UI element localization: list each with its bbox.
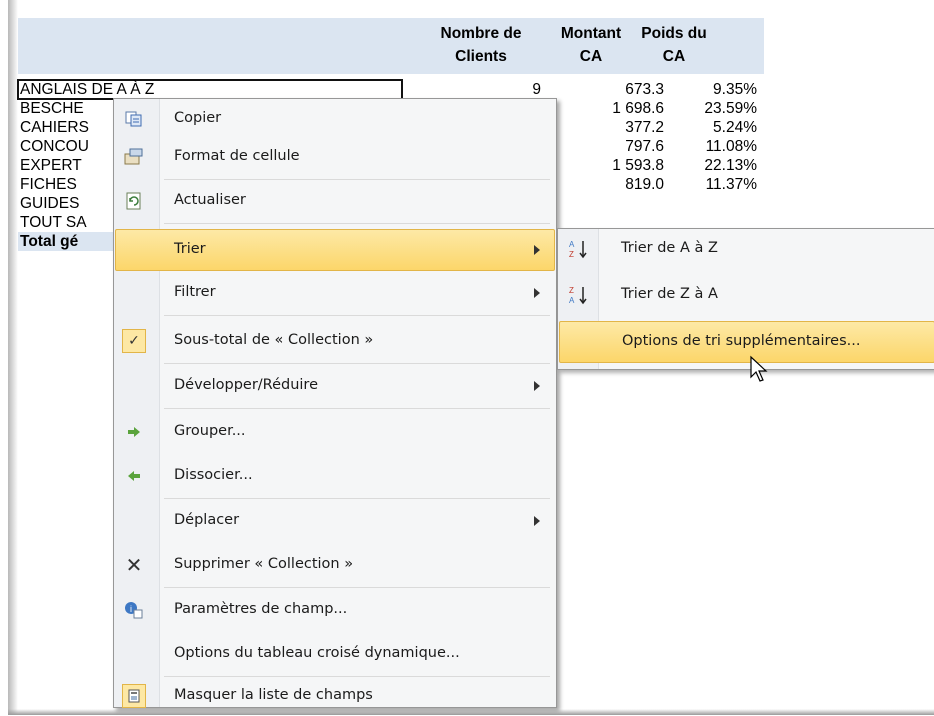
cell-poids: 11.37% xyxy=(705,176,757,193)
field-settings-icon: i xyxy=(122,598,146,622)
menu-item-field-settings[interactable]: i Paramètres de champ... xyxy=(116,590,554,630)
menu-separator xyxy=(164,408,550,409)
menu-item-remove[interactable]: ✕ Supprimer « Collection » xyxy=(116,545,554,585)
menu-item-label: Supprimer « Collection » xyxy=(174,556,354,572)
close-icon: ✕ xyxy=(125,553,143,577)
cell-montant: 797.6 xyxy=(625,138,664,155)
menu-item-label: Trier xyxy=(174,241,206,257)
field-list-icon xyxy=(122,684,146,708)
menu-separator xyxy=(164,587,550,588)
menu-item-filter[interactable]: Filtrer xyxy=(116,273,554,313)
menu-item-label: Actualiser xyxy=(174,192,246,208)
svg-text:i: i xyxy=(130,604,132,614)
menu-item-ungroup[interactable]: Dissocier... xyxy=(116,456,554,496)
cell-poids: 22.13% xyxy=(704,157,757,174)
submenu-item-label: Trier de Z à A xyxy=(621,286,718,302)
submenu-item-label: Options de tri supplémentaires... xyxy=(622,333,861,349)
context-menu: Copier Format de cellule Actualiser Trie… xyxy=(113,98,557,708)
menu-item-label: Copier xyxy=(174,110,222,126)
mouse-cursor-icon xyxy=(749,355,771,390)
row-label: BESCHE xyxy=(20,100,84,117)
sort-ascending-icon: AZ xyxy=(567,237,591,261)
row-label: TOUT SA xyxy=(20,214,87,231)
sort-descending-icon: ZA xyxy=(567,283,591,307)
svg-text:Z: Z xyxy=(569,250,574,259)
menu-item-label: Déplacer xyxy=(174,512,240,528)
chevron-right-icon xyxy=(534,381,540,391)
svg-text:Z: Z xyxy=(569,286,574,295)
pivot-header: Nombre de Clients Montant CA Poids du CA xyxy=(18,18,764,74)
menu-separator xyxy=(164,363,550,364)
group-arrow-icon xyxy=(122,420,146,444)
cell-montant: 377.2 xyxy=(625,119,664,136)
menu-item-copy[interactable]: Copier xyxy=(116,99,554,139)
format-cell-icon xyxy=(122,145,146,169)
menu-item-group[interactable]: Grouper... xyxy=(116,412,554,452)
row-label: CONCOU xyxy=(20,138,89,155)
menu-item-format-cell[interactable]: Format de cellule xyxy=(116,137,554,177)
pivot-row-selected[interactable]: ANGLAIS DE A À Z xyxy=(17,79,403,100)
header-montant[interactable]: Montant CA xyxy=(551,22,631,68)
menu-item-subtotal[interactable]: ✓ Sous-total de « Collection » xyxy=(116,321,554,361)
refresh-icon xyxy=(122,189,146,213)
row-label: ANGLAIS DE A À Z xyxy=(20,81,155,98)
row-label: EXPERT xyxy=(20,157,82,174)
cell-poids: 23.59% xyxy=(704,100,757,117)
submenu-item-sort-za[interactable]: ZA Trier de Z à A xyxy=(559,275,934,315)
menu-separator xyxy=(164,179,550,180)
row-label: CAHIERS xyxy=(20,119,89,136)
svg-text:A: A xyxy=(569,296,575,305)
submenu-item-label: Trier de A à Z xyxy=(621,240,718,256)
menu-item-hide-field-list[interactable]: Masquer la liste de champs xyxy=(116,676,554,716)
cell-poids: 5.24% xyxy=(713,119,757,136)
sort-submenu: AZ Trier de A à Z ZA Trier de Z à A Opti… xyxy=(557,228,934,370)
menu-item-label: Options du tableau croisé dynamique... xyxy=(174,645,460,661)
menu-item-label: Grouper... xyxy=(174,423,246,439)
cell-poids: 11.08% xyxy=(705,138,757,155)
submenu-item-sort-az[interactable]: AZ Trier de A à Z xyxy=(559,229,934,269)
cell-montant: 1 593.8 xyxy=(612,157,664,174)
menu-item-label: Développer/Réduire xyxy=(174,377,318,393)
menu-separator xyxy=(164,498,550,499)
header-poids[interactable]: Poids du CA xyxy=(634,22,714,68)
menu-item-label: Sous-total de « Collection » xyxy=(174,332,374,348)
chevron-right-icon xyxy=(534,516,540,526)
menu-separator xyxy=(164,315,550,316)
header-clients[interactable]: Nombre de Clients xyxy=(416,22,546,68)
menu-item-sort[interactable]: Trier xyxy=(115,229,555,271)
row-label: FICHES xyxy=(20,176,77,193)
copy-icon xyxy=(122,107,146,131)
cell-montant: 819.0 xyxy=(625,176,664,193)
menu-separator xyxy=(164,223,550,224)
check-box: ✓ xyxy=(122,329,146,353)
row-label: GUIDES xyxy=(20,195,80,212)
row-label: Total gé xyxy=(20,233,79,250)
menu-item-label: Filtrer xyxy=(174,284,216,300)
chevron-right-icon xyxy=(534,288,540,298)
menu-item-expand-collapse[interactable]: Développer/Réduire xyxy=(116,366,554,406)
submenu-item-more-sort-options[interactable]: Options de tri supplémentaires... xyxy=(559,321,934,363)
menu-item-label: Dissocier... xyxy=(174,467,253,483)
menu-item-pivot-options[interactable]: Options du tableau croisé dynamique... xyxy=(116,634,554,674)
menu-item-move[interactable]: Déplacer xyxy=(116,501,554,541)
menu-item-refresh[interactable]: Actualiser xyxy=(116,181,554,221)
svg-text:A: A xyxy=(569,240,575,249)
menu-item-label: Paramètres de champ... xyxy=(174,601,348,617)
ungroup-arrow-icon xyxy=(122,464,146,488)
checkmark-icon: ✓ xyxy=(122,329,146,353)
cell-montant: 1 698.6 xyxy=(612,100,664,117)
menu-item-label: Format de cellule xyxy=(174,148,300,164)
menu-item-label: Masquer la liste de champs xyxy=(174,687,373,703)
chevron-right-icon xyxy=(534,245,540,255)
